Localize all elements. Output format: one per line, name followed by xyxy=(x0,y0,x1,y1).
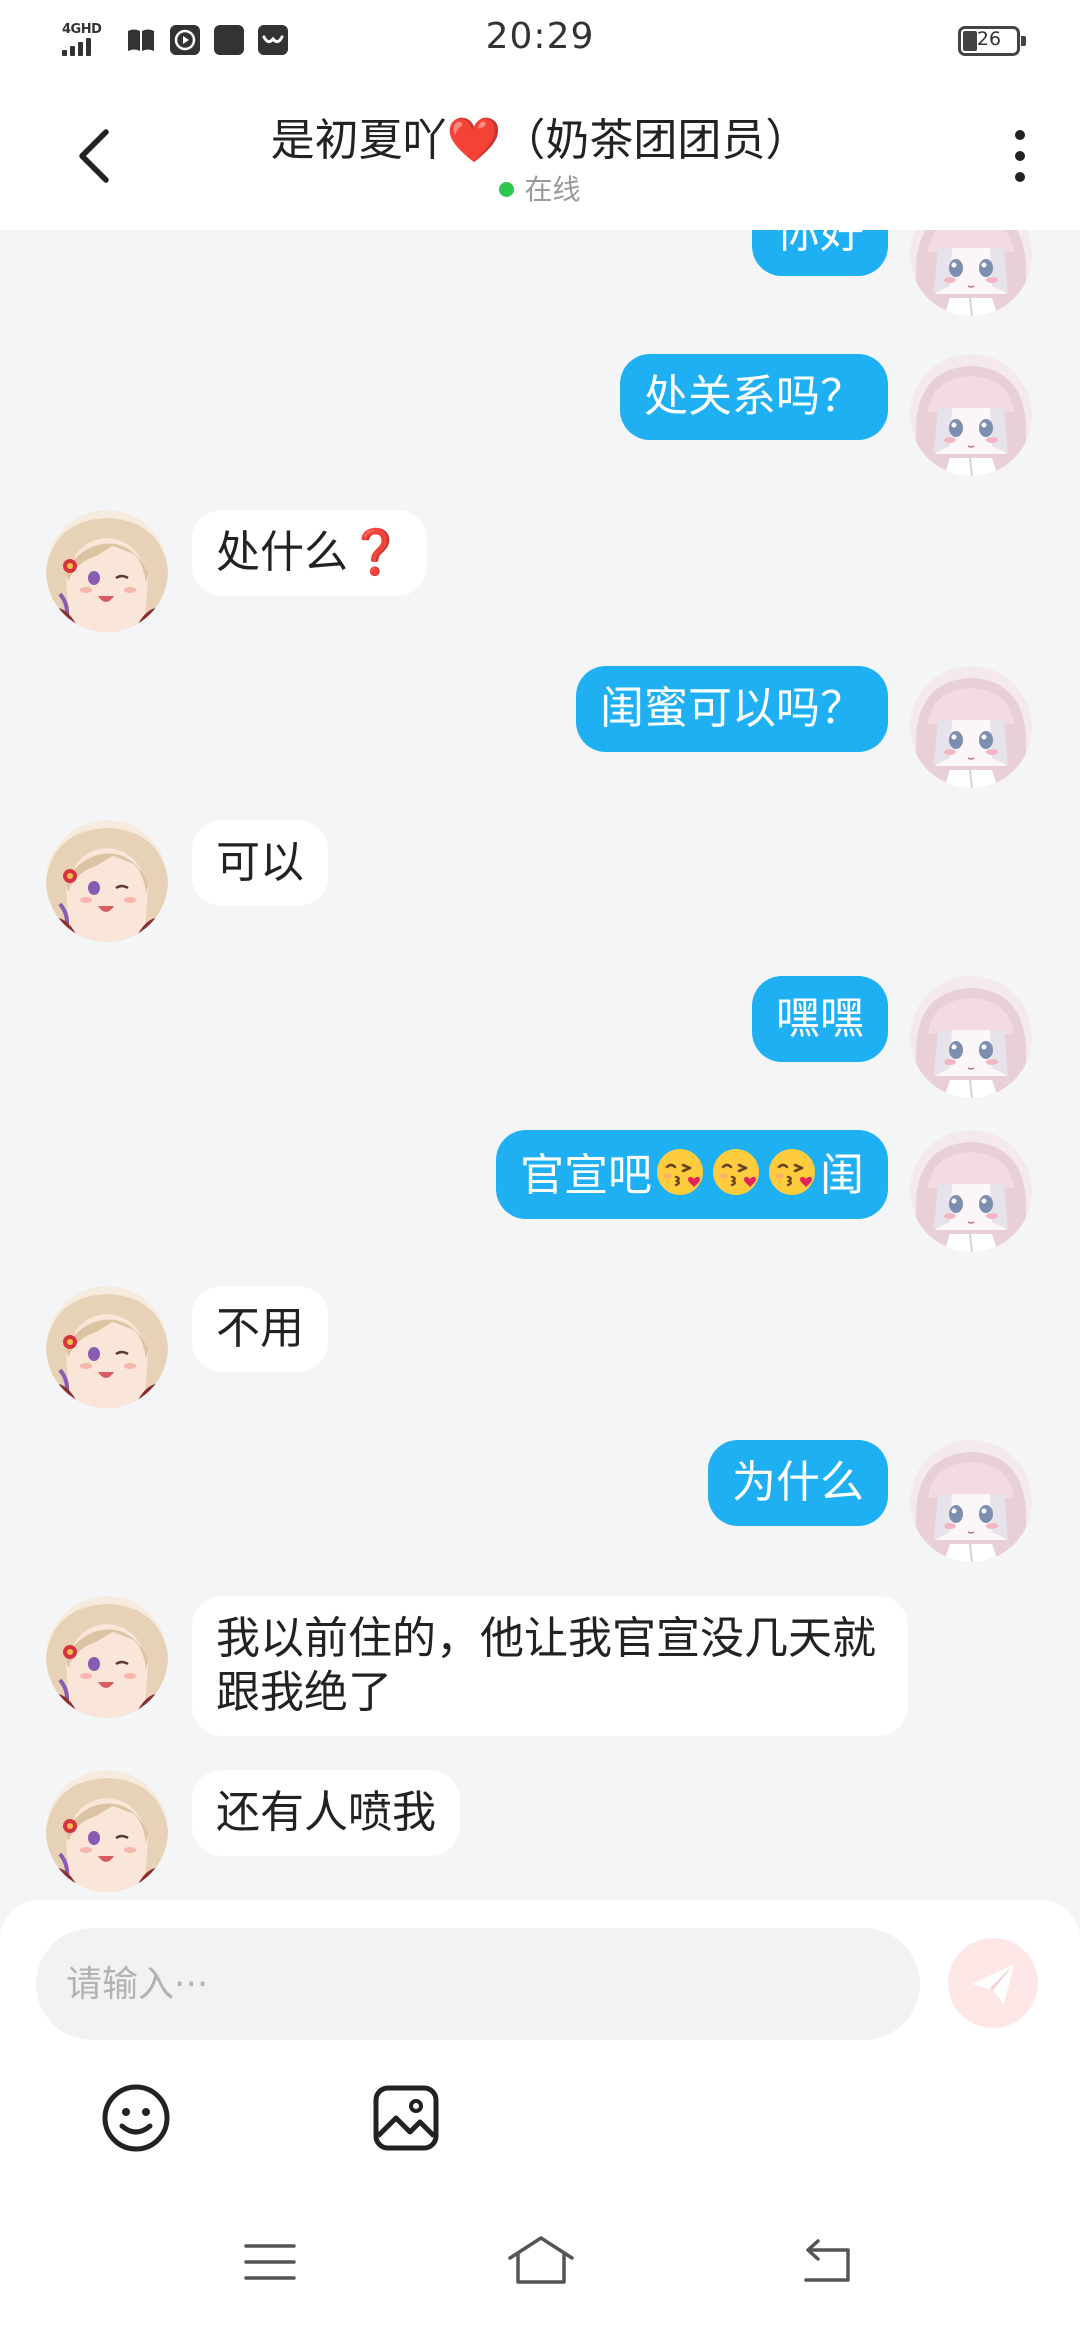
message-input[interactable] xyxy=(36,1928,920,2040)
message-bubble-sent[interactable]: 处关系吗？ xyxy=(620,354,888,440)
nav-home-button[interactable] xyxy=(506,2234,576,2286)
message-bubble-received[interactable]: 处什么❓ xyxy=(192,510,427,596)
battery-percent: 26 xyxy=(976,28,1002,50)
more-vertical-icon xyxy=(1015,130,1025,140)
image-button[interactable] xyxy=(370,2082,442,2154)
message-bubble-sent[interactable]: 你好 xyxy=(752,230,888,276)
message-text: 官宣吧 xyxy=(520,1150,652,1201)
online-dot-icon xyxy=(499,182,515,197)
message-text: 闺 xyxy=(820,1150,864,1201)
my-avatar[interactable] xyxy=(910,1440,1032,1562)
nav-menu-button[interactable] xyxy=(242,2240,298,2284)
chat-header: 是初夏吖❤️（奶茶团团员） 在线 xyxy=(0,82,1080,230)
clock: 20:29 xyxy=(485,16,595,57)
emoji-button[interactable] xyxy=(100,2082,172,2154)
my-avatar[interactable] xyxy=(910,976,1032,1098)
kissing-face-emoji xyxy=(710,1146,762,1198)
my-avatar[interactable] xyxy=(910,354,1032,476)
image-icon xyxy=(373,2085,439,2151)
kissing-face-emoji xyxy=(654,1146,706,1198)
smiley-icon xyxy=(102,2084,170,2152)
status-bar: 4GHD 20:29 26 xyxy=(0,0,1080,82)
composer-panel xyxy=(0,1900,1080,2340)
home-icon xyxy=(508,2236,574,2284)
contact-avatar[interactable] xyxy=(46,820,168,942)
send-button[interactable] xyxy=(948,1938,1038,2028)
more-options-button[interactable] xyxy=(1000,124,1040,188)
contact-name: 是初夏吖❤️（奶茶团团员） xyxy=(270,115,810,166)
contact-avatar[interactable] xyxy=(46,1770,168,1892)
menu-icon xyxy=(244,2244,296,2280)
contact-avatar[interactable] xyxy=(46,1286,168,1408)
message-bubble-received[interactable]: 不用 xyxy=(192,1286,328,1372)
send-icon xyxy=(972,1964,1014,2004)
my-avatar[interactable] xyxy=(910,230,1032,316)
my-avatar[interactable] xyxy=(910,1130,1032,1252)
message-bubble-sent[interactable]: 官宣吧 闺 xyxy=(496,1130,888,1219)
message-bubble-sent[interactable]: 闺蜜可以吗？ xyxy=(576,666,888,752)
my-avatar[interactable] xyxy=(910,666,1032,788)
message-list[interactable]: 你好 处关系吗？ 处什么❓ 闺蜜可以吗？ 可以 嘿嘿 官宣吧 闺 不用 为什么 我… xyxy=(0,230,1080,1900)
online-status: 在线 xyxy=(0,168,1080,208)
contact-avatar[interactable] xyxy=(46,1596,168,1718)
contact-avatar[interactable] xyxy=(46,510,168,632)
kissing-face-emoji xyxy=(766,1146,818,1198)
message-bubble-received[interactable]: 还有人喷我 xyxy=(192,1770,460,1856)
message-bubble-received[interactable]: 我以前住的，他让我官宣没几天就跟我绝了 xyxy=(192,1596,908,1736)
message-bubble-sent[interactable]: 嘿嘿 xyxy=(752,976,888,1062)
online-status-label: 在线 xyxy=(524,173,581,206)
nav-back-button[interactable] xyxy=(796,2238,854,2284)
back-icon xyxy=(804,2239,850,2282)
battery-icon: 26 xyxy=(958,26,1026,56)
message-bubble-sent[interactable]: 为什么 xyxy=(708,1440,888,1526)
message-bubble-received[interactable]: 可以 xyxy=(192,820,328,906)
